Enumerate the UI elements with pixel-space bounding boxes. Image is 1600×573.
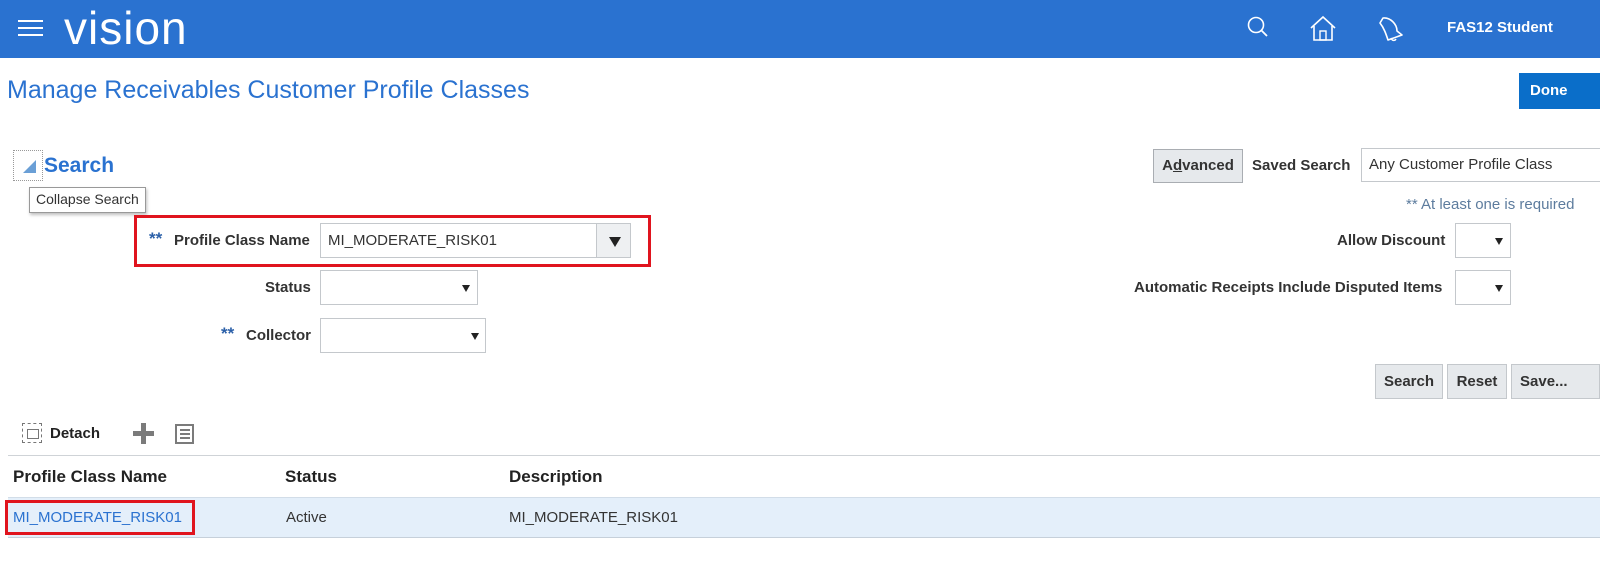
chevron-down-icon [471,333,479,340]
required-marker: ** [149,229,163,248]
table-row[interactable] [8,497,1600,538]
profile-class-link-highlight [5,500,195,535]
allow-discount-select[interactable] [1455,223,1511,258]
list-view-icon[interactable] [175,424,194,444]
collector-label: Collector [246,327,312,344]
detach-button[interactable]: Detach [50,425,100,442]
home-icon[interactable] [1308,14,1338,44]
search-button[interactable]: Search [1375,364,1443,399]
column-header-description[interactable]: Description [509,467,603,487]
collector-select[interactable] [320,318,486,353]
done-button[interactable]: Done [1519,73,1600,109]
auto-receipts-disputed-label: Automatic Receipts Include Disputed Item… [1134,279,1443,296]
chevron-down-icon [462,285,470,292]
menu-icon[interactable] [18,18,43,38]
table-divider [8,455,1600,456]
search-icon[interactable] [1244,14,1274,44]
required-marker: ** [221,324,235,343]
chevron-down-icon [1495,285,1503,292]
column-header-profile-class-name[interactable]: Profile Class Name [13,467,167,487]
app-logo[interactable]: vision [64,0,188,58]
chevron-down-icon [1495,238,1503,245]
profile-class-name-input[interactable]: MI_MODERATE_RISK01 [320,223,597,258]
profile-class-dropdown-icon[interactable] [596,223,631,258]
status-select[interactable] [320,270,478,305]
saved-search-select[interactable]: Any Customer Profile Class [1361,148,1600,182]
page-title: Manage Receivables Customer Profile Clas… [7,76,530,104]
profile-class-name-label: Profile Class Name [174,232,310,249]
auto-receipts-disputed-select[interactable] [1455,270,1511,305]
save-search-button[interactable]: Save... [1511,364,1600,399]
detach-icon[interactable] [22,423,42,443]
collapse-search-toggle-icon[interactable] [13,150,43,181]
status-label: Status [265,279,311,296]
column-header-status[interactable]: Status [285,467,337,487]
row-description: MI_MODERATE_RISK01 [509,509,678,526]
notifications-bell-icon[interactable] [1375,14,1405,44]
add-icon[interactable] [133,423,154,444]
saved-search-label: Saved Search [1252,157,1351,174]
top-bar: vision FAS12 Student [0,0,1600,58]
row-status: Active [286,509,327,526]
collapse-search-tooltip: Collapse Search [29,187,146,213]
user-name[interactable]: FAS12 Student [1447,19,1553,36]
required-note: ** At least one is required [1406,196,1575,213]
allow-discount-label: Allow Discount [1337,232,1446,249]
advanced-button[interactable]: Advanced [1153,149,1243,183]
search-heading: Search [44,154,115,177]
reset-button[interactable]: Reset [1447,364,1507,399]
